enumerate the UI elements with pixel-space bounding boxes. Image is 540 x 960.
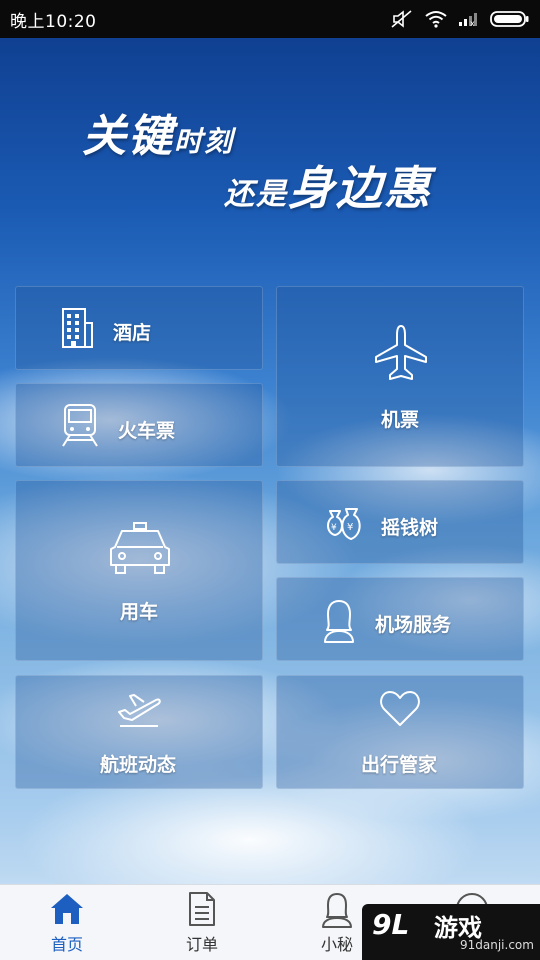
svg-text:¥: ¥ [331, 523, 337, 533]
nav-item-orders[interactable]: 订单 [152, 885, 252, 960]
home-icon [49, 891, 85, 931]
tile-flight-status[interactable]: 航班动态 [15, 675, 263, 789]
tile-airport-service[interactable]: 机场服务 [276, 577, 524, 661]
watermark-logo: 9L 游戏 91danji.com [362, 904, 540, 960]
svg-text:¥: ¥ [347, 522, 353, 533]
airplane-icon [373, 323, 429, 383]
slogan-line-1-big: 关键 [82, 111, 174, 162]
status-bar: 晚上10:20 x [0, 0, 540, 38]
tile-airport-service-label: 机场服务 [375, 614, 452, 636]
mute-icon [390, 9, 414, 29]
tile-train-label: 火车票 [118, 420, 176, 442]
assistant-icon [320, 891, 354, 933]
watermark-url: 91danji.com [460, 938, 534, 952]
money-bags-icon: ¥ ¥ [322, 503, 364, 543]
slogan-line-2-big: 身边惠 [288, 161, 432, 215]
slogan-banner: 关键时刻 还是身边惠 [82, 100, 482, 215]
status-icons: x [390, 9, 530, 29]
wifi-icon [424, 10, 448, 28]
heart-icon [379, 690, 421, 728]
tile-train[interactable]: 火车票 [15, 383, 263, 467]
hotel-building-icon [60, 307, 94, 349]
slogan-line-2-small: 还是 [224, 177, 288, 212]
tile-travel-butler[interactable]: 出行管家 [276, 675, 524, 789]
person-bust-icon [321, 598, 357, 644]
nav-label-home: 首页 [50, 935, 83, 954]
document-icon [187, 891, 217, 931]
battery-icon [490, 10, 530, 28]
status-time: 晚上10:20 [10, 11, 97, 32]
svg-text:x: x [470, 19, 475, 27]
tile-flight-status-label: 航班动态 [100, 754, 177, 776]
home-screen: 晚上10:20 x 关键时刻 还是身边惠 酒店 机票 火车票 用车 ¥ ¥ 摇钱… [0, 0, 540, 960]
signal-icon: x [458, 11, 480, 27]
tile-hotel[interactable]: 酒店 [15, 286, 263, 370]
tile-flight[interactable]: 机票 [276, 286, 524, 467]
plane-takeoff-icon [116, 688, 162, 728]
watermark-logo-mark: 9L [372, 908, 410, 941]
tile-travel-butler-label: 出行管家 [361, 754, 438, 776]
car-icon [108, 521, 172, 577]
slogan-line-1: 关键时刻 [82, 100, 234, 164]
nav-item-home[interactable]: 首页 [17, 885, 117, 960]
tile-flight-label: 机票 [381, 409, 420, 431]
slogan-line-2: 还是身边惠 [224, 152, 432, 218]
nav-label-orders: 订单 [185, 935, 218, 954]
tile-money-tree[interactable]: ¥ ¥ 摇钱树 [276, 480, 524, 564]
tile-money-tree-label: 摇钱树 [381, 517, 439, 539]
tile-car[interactable]: 用车 [15, 480, 263, 661]
tile-hotel-label: 酒店 [113, 322, 152, 344]
train-icon [60, 402, 100, 448]
tile-car-label: 用车 [120, 601, 159, 623]
